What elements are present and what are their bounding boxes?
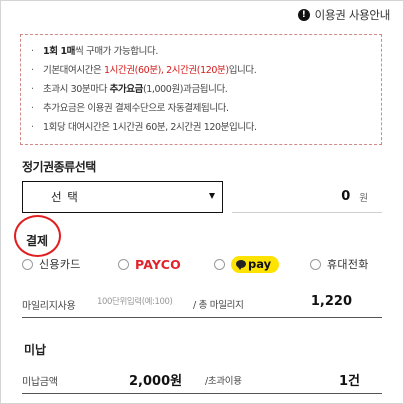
radio-button[interactable] bbox=[118, 258, 129, 270]
info-icon: ! bbox=[297, 9, 310, 21]
usage-guide-link[interactable]: ! 이용권 사용안내 bbox=[297, 7, 391, 23]
unpaid-row: 미납금액 2,000원 /초과이용 1건 bbox=[22, 366, 382, 394]
notice-item: · 1회 1매씩 구매가 가능합니다. bbox=[31, 46, 158, 57]
radio-button[interactable] bbox=[22, 258, 33, 270]
unpaid-section-label: 미납 bbox=[24, 343, 47, 357]
mileage-total-label: / 총 마일리지 bbox=[193, 300, 244, 311]
notice-item: · 초과시 30분마다 추가요금(1,000원)과금됩니다. bbox=[31, 84, 228, 95]
radio-button[interactable] bbox=[310, 258, 321, 270]
notice-item: · 추가요금은 이용권 결제수단으로 자동결제됩니다. bbox=[31, 103, 229, 114]
usage-guide-label: 이용권 사용안내 bbox=[314, 8, 391, 22]
payment-option-payco[interactable]: PAYCO bbox=[118, 255, 181, 273]
kakaopay-logo: pay bbox=[231, 255, 280, 273]
unpaid-amount-label: 미납금액 bbox=[22, 377, 58, 388]
notice-item: · 1회당 대여시간은 1시간권 60분, 2시간권 120분입니다. bbox=[31, 122, 257, 133]
payment-option-kakaopay[interactable]: pay bbox=[214, 255, 280, 273]
notice-box: · 1회 1매씩 구매가 가능합니다. · 기본대여시간은 1시간권(60분), 2… bbox=[20, 34, 382, 145]
mileage-input[interactable] bbox=[97, 297, 193, 307]
payment-option-credit-card[interactable]: 신용카드 bbox=[22, 255, 81, 273]
overuse-count-label: /초과이용 bbox=[205, 376, 242, 387]
payco-logo: PAYCO bbox=[135, 256, 181, 272]
payment-option-mobile[interactable]: 휴대전화 bbox=[310, 255, 369, 273]
ticket-amount-value: 0 bbox=[341, 189, 351, 204]
radio-button[interactable] bbox=[214, 258, 225, 270]
payment-options: 신용카드 PAYCO pay 휴대전화 bbox=[22, 255, 384, 273]
caret-down-icon bbox=[209, 193, 215, 199]
ticket-type-select-value: 선 택 bbox=[51, 190, 79, 204]
notice-item: · 기본대여시간은 1시간권(60분), 2시간권(120분)입니다. bbox=[31, 65, 257, 76]
mileage-label: 마일리지사용 bbox=[22, 301, 76, 312]
payment-option-label: 신용카드 bbox=[39, 258, 81, 271]
ticket-type-label: 정기권종류선택 bbox=[22, 160, 96, 174]
unpaid-amount: 2,000원 bbox=[129, 374, 183, 389]
mileage-row: 마일리지사용 / 총 마일리지 1,220 bbox=[22, 288, 382, 318]
ticket-amount: 0 원 bbox=[232, 181, 382, 213]
speech-bubble-icon bbox=[236, 260, 246, 270]
mileage-total: 1,220 bbox=[310, 294, 352, 309]
ticket-amount-unit: 원 bbox=[359, 192, 368, 204]
payment-option-label: 휴대전화 bbox=[327, 258, 369, 271]
overuse-count: 1건 bbox=[338, 374, 360, 389]
highlight-circle bbox=[14, 215, 61, 257]
ticket-type-select[interactable]: 선 택 bbox=[22, 181, 223, 213]
